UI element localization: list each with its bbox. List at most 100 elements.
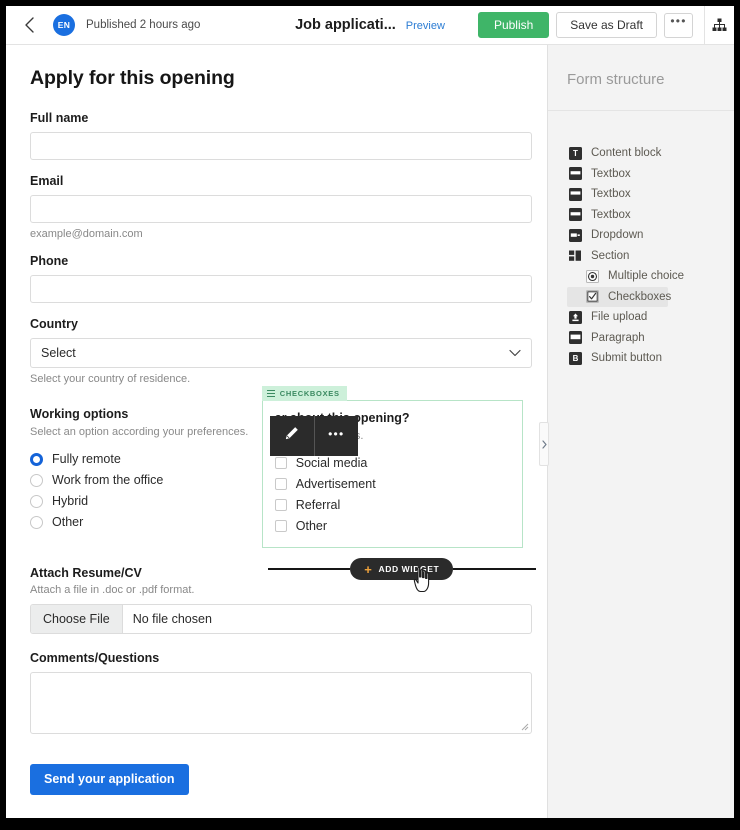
widget-toolbar: ••• bbox=[270, 416, 358, 456]
ellipsis-icon: ••• bbox=[670, 21, 686, 25]
section-widget: Working options Select an option accordi… bbox=[30, 400, 523, 548]
file-name-text: No file chosen bbox=[123, 605, 222, 633]
radio-label: Hybrid bbox=[52, 494, 88, 508]
field-help: Select your country of residence. bbox=[30, 373, 523, 385]
phone-input[interactable] bbox=[30, 275, 532, 303]
radio-icon bbox=[30, 495, 43, 508]
tree-item-label: Checkboxes bbox=[608, 291, 671, 303]
text-block-icon: T bbox=[569, 147, 582, 160]
add-widget-divider: + ADD WIDGET bbox=[268, 558, 536, 580]
country-select[interactable]: Select bbox=[30, 338, 532, 368]
tree-item-label: Textbox bbox=[591, 188, 631, 200]
chevron-down-icon bbox=[509, 349, 521, 357]
textbox-icon bbox=[569, 167, 582, 180]
published-status: Published 2 hours ago bbox=[86, 19, 200, 31]
field-help: example@domain.com bbox=[30, 228, 523, 240]
file-upload-control[interactable]: Choose File No file chosen bbox=[30, 604, 532, 634]
section-icon bbox=[569, 249, 582, 262]
radio-option[interactable]: Fully remote bbox=[30, 452, 262, 466]
panel-title: Form structure bbox=[548, 45, 734, 88]
comments-textarea[interactable] bbox=[30, 672, 532, 734]
tree-item-label: Textbox bbox=[591, 209, 631, 221]
checkbox-icon bbox=[275, 478, 287, 490]
form-heading: Apply for this opening bbox=[30, 67, 523, 90]
radio-icon bbox=[30, 453, 43, 466]
language-badge[interactable]: EN bbox=[53, 14, 75, 36]
checkbox-label: Other bbox=[296, 519, 327, 533]
tree-item-textbox[interactable]: Textbox bbox=[567, 184, 734, 205]
checkbox-icon bbox=[275, 457, 287, 469]
tree-item-label: Textbox bbox=[591, 168, 631, 180]
submit-button[interactable]: Send your application bbox=[30, 764, 189, 795]
more-options-button[interactable]: ••• bbox=[664, 13, 693, 38]
textbox-icon bbox=[569, 188, 582, 201]
field-label: Phone bbox=[30, 254, 523, 268]
workspace: Apply for this opening Full name Email e… bbox=[6, 45, 734, 818]
choose-file-button[interactable]: Choose File bbox=[31, 605, 123, 633]
tree-item-paragraph[interactable]: Paragraph bbox=[567, 328, 734, 349]
checkbox-label: Referral bbox=[296, 498, 340, 512]
tree-item-submit-button[interactable]: B Submit button bbox=[567, 348, 734, 369]
save-as-draft-button[interactable]: Save as Draft bbox=[556, 12, 657, 38]
widget-type-tag: CHECKBOXES bbox=[262, 386, 347, 401]
button-icon: B bbox=[569, 352, 582, 365]
checkbox-option[interactable]: Other bbox=[275, 519, 510, 533]
checkbox-icon bbox=[275, 520, 287, 532]
field-comments: Comments/Questions bbox=[30, 651, 523, 734]
field-label: Email bbox=[30, 174, 523, 188]
mouse-cursor-icon bbox=[413, 566, 435, 599]
tree-item-file-upload[interactable]: File upload bbox=[567, 307, 734, 328]
top-toolbar: EN Published 2 hours ago Job applicati..… bbox=[6, 6, 734, 45]
checkbox-label: Social media bbox=[296, 456, 368, 470]
checkbox-icon bbox=[586, 290, 599, 303]
tree-item-section[interactable]: Section bbox=[567, 246, 734, 267]
radio-option[interactable]: Other bbox=[30, 515, 262, 529]
sitemap-icon[interactable] bbox=[704, 6, 734, 45]
tree-item-checkboxes[interactable]: Checkboxes bbox=[567, 287, 668, 308]
working-options-label: Working options bbox=[30, 407, 262, 421]
tree-item-content-block[interactable]: T Content block bbox=[567, 143, 734, 164]
app-window: EN Published 2 hours ago Job applicati..… bbox=[6, 6, 734, 818]
file-upload-icon bbox=[569, 311, 582, 324]
preview-link[interactable]: Preview bbox=[406, 20, 445, 32]
tree-item-dropdown[interactable]: Dropdown bbox=[567, 225, 734, 246]
email-input[interactable] bbox=[30, 195, 532, 223]
divider-line bbox=[453, 568, 536, 571]
radio-icon bbox=[30, 474, 43, 487]
radio-option[interactable]: Hybrid bbox=[30, 494, 262, 508]
field-label: Full name bbox=[30, 111, 523, 125]
add-widget-button[interactable]: + ADD WIDGET bbox=[350, 558, 453, 580]
tree-item-label: Submit button bbox=[591, 352, 662, 364]
resize-grip-icon[interactable] bbox=[520, 722, 529, 731]
form-structure-tree: T Content block Textbox Textbox bbox=[548, 111, 734, 369]
tree-item-label: Section bbox=[591, 250, 629, 262]
full-name-input[interactable] bbox=[30, 132, 532, 160]
page-title: Job applicati... bbox=[295, 17, 396, 33]
tree-item-textbox[interactable]: Textbox bbox=[567, 164, 734, 185]
tree-item-label: Dropdown bbox=[591, 229, 643, 241]
radio-icon bbox=[586, 270, 599, 283]
checkbox-option[interactable]: Social media bbox=[275, 456, 510, 470]
publish-button[interactable]: Publish bbox=[478, 12, 549, 38]
tree-item-multiple-choice[interactable]: Multiple choice bbox=[567, 266, 734, 287]
tree-item-textbox[interactable]: Textbox bbox=[567, 205, 734, 226]
panel-collapse-handle[interactable] bbox=[539, 422, 549, 466]
checkbox-option[interactable]: Referral bbox=[275, 498, 510, 512]
field-email: Email example@domain.com bbox=[30, 174, 523, 240]
back-icon[interactable] bbox=[14, 10, 44, 40]
working-options-help: Select an option according your preferen… bbox=[30, 426, 262, 438]
edit-widget-button[interactable] bbox=[270, 416, 314, 456]
widget-type-label: CHECKBOXES bbox=[280, 389, 340, 398]
tree-item-label: Multiple choice bbox=[608, 270, 684, 282]
drag-handle-icon[interactable] bbox=[267, 390, 275, 397]
radio-label: Fully remote bbox=[52, 452, 121, 466]
radio-label: Other bbox=[52, 515, 83, 529]
field-label: Country bbox=[30, 317, 523, 331]
field-phone: Phone bbox=[30, 254, 523, 303]
radio-option[interactable]: Work from the office bbox=[30, 473, 262, 487]
checkbox-option[interactable]: Advertisement bbox=[275, 477, 510, 491]
textbox-icon bbox=[569, 208, 582, 221]
ellipsis-icon: ••• bbox=[328, 434, 344, 438]
widget-more-button[interactable]: ••• bbox=[314, 416, 358, 456]
form-canvas: Apply for this opening Full name Email e… bbox=[6, 45, 547, 818]
